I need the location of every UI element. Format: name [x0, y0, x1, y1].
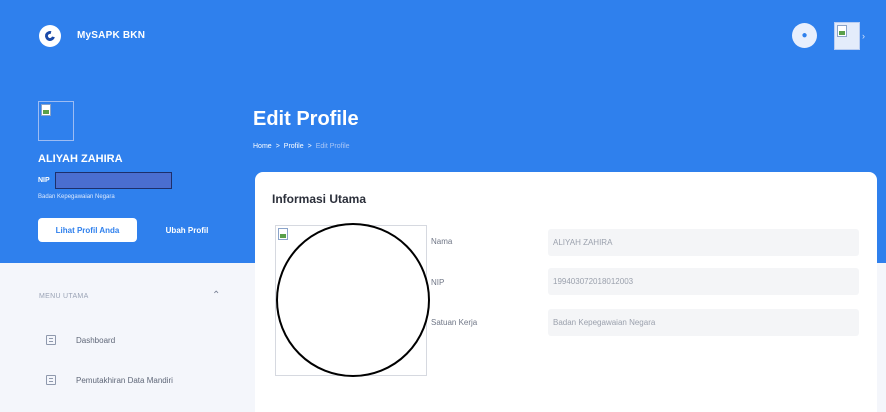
breadcrumb-separator: > — [307, 143, 312, 150]
label-overlap-spacer — [429, 274, 436, 334]
sidebar-item-pemutakhiran[interactable]: Pemutakhiran Data Mandiri — [46, 372, 173, 388]
document-icon — [46, 375, 56, 385]
field-label-satuan-kerja: Satuan Kerja — [431, 318, 478, 327]
nama-field[interactable]: ALIYAH ZAHIRA — [548, 229, 859, 256]
card-title: Informasi Utama — [272, 192, 367, 206]
breadcrumb-profile[interactable]: Profile — [284, 143, 304, 150]
redaction-box — [55, 172, 172, 189]
user-name: ALIYAH ZAHIRA — [38, 153, 123, 165]
redaction-circle — [276, 223, 430, 377]
breadcrumb: Home > Profile > Edit Profile — [253, 143, 350, 150]
logo-icon[interactable] — [39, 25, 61, 47]
menu-section-title: MENU UTAMA — [39, 293, 89, 300]
edit-profile-button[interactable]: Ubah Profil — [148, 218, 226, 242]
breadcrumb-separator: > — [275, 143, 280, 150]
field-label-nama: Nama — [431, 237, 453, 246]
sidebar-item-label: Pemutakhiran Data Mandiri — [76, 375, 173, 385]
app-title[interactable]: MySAPK BKN — [77, 30, 145, 41]
breadcrumb-current: Edit Profile — [315, 143, 350, 150]
satuan-kerja-field[interactable]: Badan Kepegawaian Negara — [548, 309, 859, 336]
nip-field[interactable]: 199403072018012003 — [548, 268, 859, 295]
breadcrumb-home[interactable]: Home — [253, 143, 272, 150]
view-profile-button[interactable]: Lihat Profil Anda — [38, 218, 137, 242]
avatar-image-icon[interactable] — [834, 22, 860, 50]
bell-icon[interactable]: ● — [792, 23, 817, 48]
sidebar-item-dashboard[interactable]: Dashboard — [46, 332, 115, 348]
chevron-right-icon[interactable]: › — [862, 31, 865, 41]
document-icon — [46, 335, 56, 345]
page-title: Edit Profile — [253, 108, 359, 130]
agency-name: Badan Kepegawaian Negara — [38, 194, 115, 200]
profile-avatar — [38, 101, 74, 141]
sidebar-item-label: Dashboard — [76, 335, 116, 345]
nip-label: NIP — [38, 177, 50, 184]
chevron-up-icon[interactable]: ⌃ — [212, 290, 220, 301]
